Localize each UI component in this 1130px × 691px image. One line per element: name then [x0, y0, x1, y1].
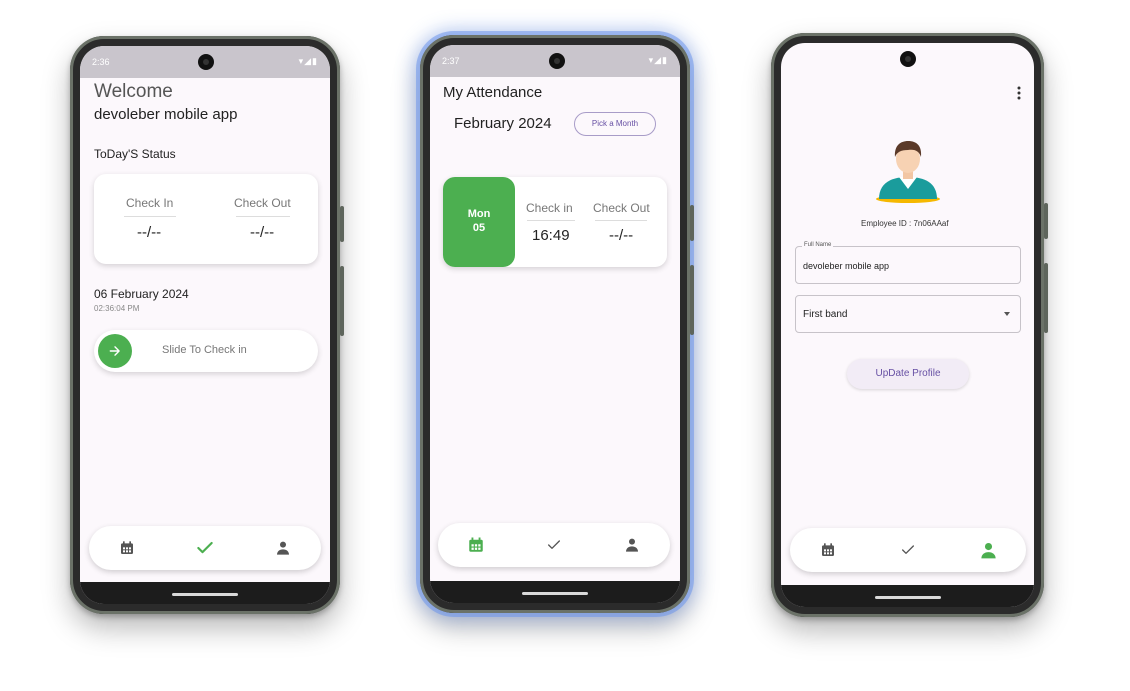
employee-id: Employee ID : 7n06AAaf: [861, 219, 949, 228]
full-name-label: Full Name: [802, 242, 834, 248]
record-check-out-label: Check Out: [593, 201, 650, 215]
nav-calendar[interactable]: [806, 528, 850, 572]
update-profile-button[interactable]: UpDate Profile: [847, 359, 969, 389]
current-date: 06 February 2024: [94, 287, 189, 301]
nav-profile[interactable]: [610, 523, 654, 567]
check-out-value: --/--: [250, 224, 275, 241]
record-check-out-divider: [595, 220, 647, 221]
check-out-label: Check Out: [234, 196, 291, 210]
system-nav-area: [781, 585, 1034, 607]
arrow-right-icon: [109, 346, 120, 356]
record-check-out-value: --/--: [609, 227, 634, 244]
volume-button: [690, 265, 694, 335]
record-check-in-value: 16:49: [532, 227, 570, 244]
person-icon: [277, 541, 289, 555]
calendar-icon: [121, 541, 133, 554]
employee-avatar-icon: [876, 141, 940, 203]
calendar-icon: [469, 537, 483, 552]
status-time: 2:36: [92, 57, 110, 67]
record-date-badge: Mon 05: [443, 177, 515, 267]
attendance-title: My Attendance: [443, 84, 543, 101]
status-icons: ▾◢▮: [648, 55, 668, 65]
slider-knob[interactable]: [98, 334, 132, 368]
nav-profile[interactable]: [261, 526, 305, 570]
nav-calendar[interactable]: [454, 523, 498, 567]
home-indicator[interactable]: [522, 592, 588, 595]
front-camera: [549, 53, 565, 69]
home-screen: 2:36 ▾◢▮ Welcome devoleber mobile app To…: [80, 46, 330, 604]
status-icons: ▾◢▮: [298, 56, 318, 66]
status-bar: 2:37 ▾◢▮: [430, 45, 680, 77]
band-select-value: First band: [803, 309, 848, 320]
status-time: 2:37: [442, 56, 460, 66]
slider-label: Slide To Check in: [162, 344, 247, 356]
nav-profile[interactable]: [966, 528, 1010, 572]
pick-month-button[interactable]: Pick a Month: [574, 112, 656, 136]
app-subtitle: devoleber mobile app: [94, 106, 238, 123]
full-name-field[interactable]: Full Name devoleber mobile app: [795, 242, 1021, 284]
system-nav-area: [80, 582, 330, 604]
bottom-nav: [438, 523, 670, 567]
slide-to-check-in[interactable]: Slide To Check in: [94, 330, 318, 372]
volume-button: [340, 266, 344, 336]
record-check-in-divider: [527, 220, 575, 221]
current-time: 02:36:04 PM: [94, 304, 140, 313]
home-indicator[interactable]: [172, 593, 238, 596]
nav-check[interactable]: [183, 526, 227, 570]
check-in-divider: [124, 216, 176, 217]
check-out-divider: [236, 216, 290, 217]
phone-attendance: 2:37 ▾◢▮ My Attendance February 2024 Pic…: [420, 35, 694, 613]
attendance-record: Mon 05 Check in 16:49 Check Out --/--: [443, 177, 667, 267]
more-options-button[interactable]: [1012, 83, 1026, 103]
nav-check[interactable]: [886, 528, 930, 572]
power-button: [690, 205, 694, 241]
calendar-icon: [822, 543, 834, 556]
person-icon: [980, 542, 996, 558]
check-icon: [197, 541, 213, 554]
status-bar: 2:36 ▾◢▮: [80, 46, 330, 78]
system-nav-area: [430, 581, 680, 603]
phone-profile: Employee ID : 7n06AAaf Full Name devoleb…: [771, 33, 1048, 617]
current-month: February 2024: [454, 115, 552, 132]
today-status-card: Check In --/-- Check Out --/--: [94, 174, 318, 264]
profile-screen: Employee ID : 7n06AAaf Full Name devoleb…: [781, 43, 1034, 607]
front-camera: [198, 54, 214, 70]
caret-down-icon: [1004, 312, 1010, 316]
record-check-in-label: Check in: [526, 201, 573, 215]
check-in-label: Check In: [126, 196, 174, 210]
nav-check[interactable]: [532, 523, 576, 567]
nav-calendar[interactable]: [105, 526, 149, 570]
record-day: Mon: [467, 208, 491, 220]
home-indicator[interactable]: [875, 596, 941, 599]
check-in-value: --/--: [137, 224, 162, 241]
power-button: [340, 206, 344, 242]
welcome-title: Welcome: [94, 81, 173, 102]
power-button: [1044, 203, 1048, 239]
attendance-screen: 2:37 ▾◢▮ My Attendance February 2024 Pic…: [430, 45, 680, 603]
volume-button: [1044, 263, 1048, 333]
full-name-value: devoleber mobile app: [803, 261, 890, 271]
check-icon: [548, 540, 560, 549]
record-date: 05: [472, 222, 486, 234]
person-icon: [626, 538, 638, 552]
bottom-nav: [89, 526, 321, 570]
more-vert-icon: [1017, 86, 1021, 100]
today-status-label: ToDay'S Status: [94, 147, 176, 161]
bottom-nav: [790, 528, 1026, 572]
check-icon: [902, 545, 914, 554]
phone-home: 2:36 ▾◢▮ Welcome devoleber mobile app To…: [70, 36, 344, 614]
band-select[interactable]: First band: [795, 295, 1021, 333]
front-camera: [900, 51, 916, 67]
